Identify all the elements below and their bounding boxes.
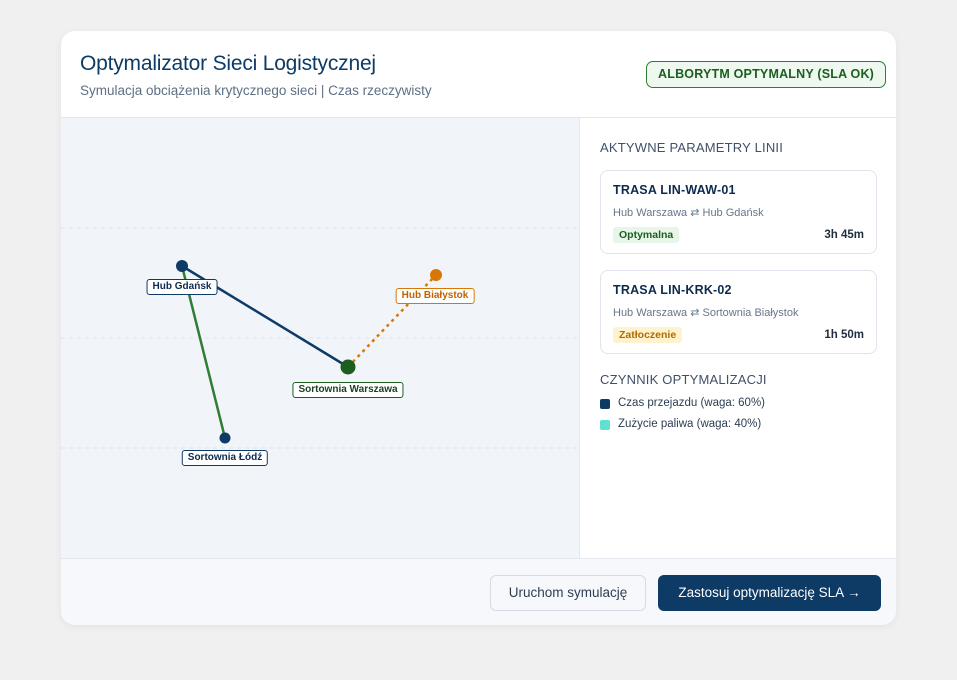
node-lodz[interactable]: [219, 432, 231, 444]
optimizer-panel: Optymalizator Sieci Logistycznej Symulac…: [61, 31, 896, 625]
legend-label: Zużycie paliwa (waga: 40%): [618, 418, 762, 430]
page-subtitle: Symulacja obciążenia krytycznego sieci |…: [80, 83, 432, 98]
page-title: Optymalizator Sieci Logistycznej: [80, 52, 376, 75]
run-simulation-button[interactable]: Uruchom symulację: [490, 575, 646, 611]
apply-sla-optimization-button[interactable]: Zastosuj optymalizację SLA →: [658, 575, 881, 611]
node-warszawa[interactable]: [340, 359, 356, 375]
node-label-lodz: Sortownia Łódź: [181, 450, 269, 466]
network-graph: [61, 227, 580, 449]
route-title: TRASA LIN-WAW-01: [613, 183, 736, 197]
route-time: 3h 45m: [824, 229, 864, 241]
legend-swatch: [600, 399, 610, 409]
node-label-gdansk: Hub Gdańsk: [146, 279, 218, 295]
parameters-sidebar: AKTYWNE PARAMETRY LINII TRASA LIN-WAW-01…: [581, 118, 896, 558]
route-title: TRASA LIN-KRK-02: [613, 283, 732, 297]
node-label-bialystok: Hub Białystok: [395, 288, 475, 304]
node-gdansk[interactable]: [176, 260, 188, 272]
route-path: Hub Warszawa ⇄ Sortownia Białystok: [613, 307, 799, 319]
action-footer: Uruchom symulację Zastosuj optymalizację…: [61, 558, 896, 625]
route-card[interactable]: TRASA LIN-KRK-02 Hub Warszawa ⇄ Sortowni…: [600, 270, 877, 354]
optimization-factor-title: CZYNNIK OPTYMALIZACJI: [600, 372, 767, 387]
node-bialystok[interactable]: [430, 269, 442, 281]
legend-label: Czas przejazdu (waga: 60%): [618, 397, 766, 409]
status-badge: ALBORYTM OPTYMALNY (SLA OK): [646, 61, 887, 88]
active-lines-title: AKTYWNE PARAMETRY LINII: [600, 140, 784, 155]
node-label-warszawa: Sortownia Warszawa: [292, 382, 404, 398]
network-map: Hub Gdańsk Hub Białystok Sortownia Warsz…: [61, 118, 580, 558]
route-path: Hub Warszawa ⇄ Hub Gdańsk: [613, 207, 764, 219]
route-time: 1h 50m: [824, 329, 864, 341]
route-card[interactable]: TRASA LIN-WAW-01 Hub Warszawa ⇄ Hub Gdań…: [600, 170, 877, 254]
route-status-badge: Optymalna: [613, 227, 680, 243]
panel-header: Optymalizator Sieci Logistycznej Symulac…: [61, 31, 896, 118]
route-status-badge: Zatłoczenie: [613, 327, 683, 343]
legend-swatch: [600, 420, 610, 430]
